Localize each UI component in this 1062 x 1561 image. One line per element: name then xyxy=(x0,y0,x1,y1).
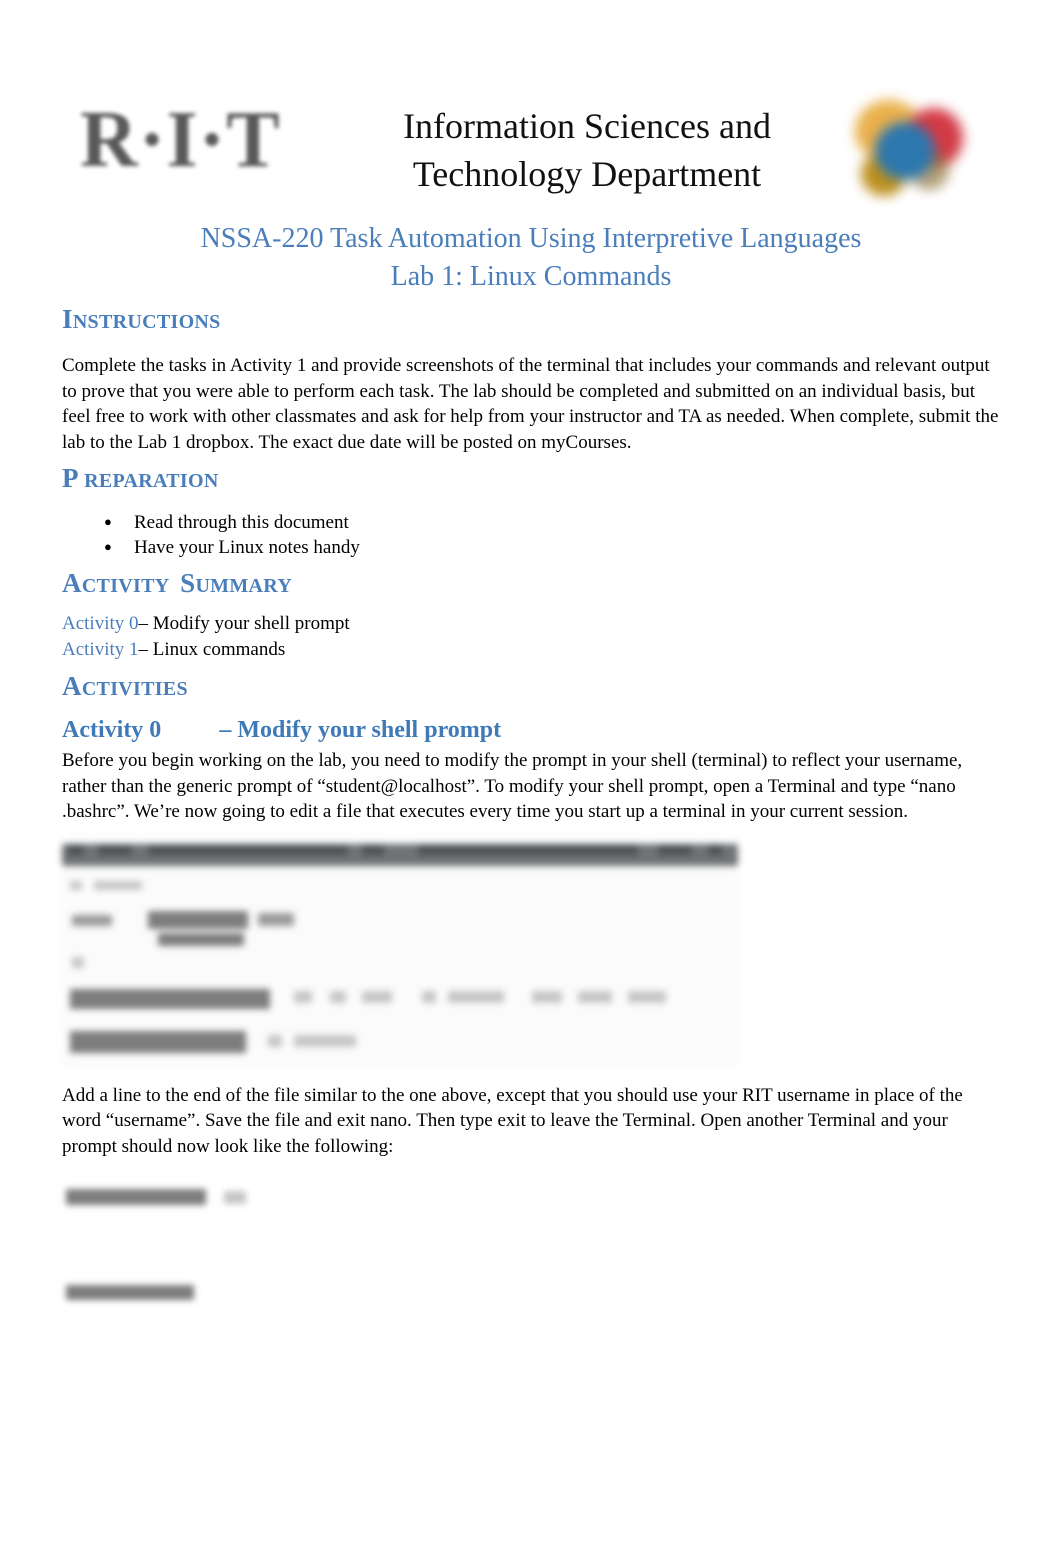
activity-0-paragraph: Before you begin working on the lab, you… xyxy=(62,750,963,822)
heading-activity-summary: ACTIVITY SUMMARY xyxy=(62,568,1000,601)
activity-1-description: – Linux commands xyxy=(138,639,286,660)
activity-0-description: – Modify your shell prompt xyxy=(138,613,350,634)
heading-preparation-rest: REPARATION xyxy=(78,470,219,492)
course-name: NSSA-220 Task Automation Using Interpret… xyxy=(200,223,862,254)
document-content: R·I·T Information Sciences and Technolog… xyxy=(62,0,1000,1319)
screenshot-text-line xyxy=(148,910,248,929)
screenshot-text-line xyxy=(224,1191,246,1204)
heading-activity-summary-rest: CTIVITY xyxy=(81,575,170,597)
screenshot-text-line xyxy=(72,914,112,926)
heading-activity-summary-rest2: UMMARY xyxy=(195,575,293,597)
masthead: R·I·T Information Sciences and Technolog… xyxy=(62,88,1000,218)
department-title: Information Sciences and Technology Depa… xyxy=(362,102,812,198)
heading-activities: ACTIVITIES xyxy=(62,671,1000,704)
lab-name: Lab 1: Linux Commands xyxy=(390,261,672,292)
heading-preparation-cap: P xyxy=(62,463,79,493)
heading-activity-0: Activity 0 – Modify your shell prompt xyxy=(62,714,1000,746)
screenshot-text-line xyxy=(578,990,612,1003)
titlebar-chunk xyxy=(362,844,384,855)
screenshot-text-line xyxy=(362,990,392,1003)
course-title-block: NSSA-220 Task Automation Using Interpret… xyxy=(62,220,1000,296)
list-item: Have your Linux notes handy xyxy=(104,534,1000,560)
heading-instructions-rest: NSTRUCTIONS xyxy=(72,311,221,333)
screenshot-text-line xyxy=(66,1285,194,1300)
terminal-screenshot-image xyxy=(62,838,738,1067)
seal-blob-blue xyxy=(875,122,935,180)
instructions-paragraph: Complete the tasks in Activity 1 and pro… xyxy=(62,355,999,453)
screenshot-text-line xyxy=(70,988,270,1009)
screenshot-text-line xyxy=(532,990,562,1003)
screenshot-text-line xyxy=(94,880,142,890)
heading-activities-rest: CTIVITIES xyxy=(81,678,188,700)
department-title-line1: Information Sciences and xyxy=(403,106,771,146)
heading-instructions-cap: I xyxy=(62,304,73,334)
titlebar-chunk xyxy=(708,844,722,855)
activity-0-link[interactable]: Activity 0 xyxy=(62,613,139,634)
heading-activity-summary-cap2: S xyxy=(180,568,196,598)
titlebar-chunk xyxy=(658,844,692,855)
document-page: R·I·T Information Sciences and Technolog… xyxy=(0,0,1062,1561)
screenshot-text-line xyxy=(72,956,84,968)
activity-summary-row: Activity 0– Modify your shell prompt xyxy=(62,611,1000,637)
heading-activities-cap: A xyxy=(62,671,82,701)
screenshot-text-line xyxy=(70,880,82,890)
heading-activity-0-title: – Modify your shell prompt xyxy=(219,717,502,743)
prompt-screenshot-image xyxy=(62,1181,362,1227)
list-item: Read through this document xyxy=(104,509,1000,535)
screenshot-text-line xyxy=(422,990,436,1003)
screenshot-text-line xyxy=(294,990,312,1003)
department-title-line2: Technology Department xyxy=(412,154,762,194)
heading-instructions: INSTRUCTIONS xyxy=(62,304,1000,337)
activity-0-paragraph-2: Add a line to the end of the file simila… xyxy=(62,1084,963,1157)
screenshot-text-line xyxy=(330,990,346,1003)
titlebar-chunk xyxy=(148,844,348,855)
screenshot-text-line xyxy=(628,990,666,1003)
screenshot-text-line xyxy=(268,1034,282,1047)
rit-logo: R·I·T xyxy=(80,96,281,184)
screenshot-text-line xyxy=(448,990,504,1003)
prompt-screenshot-image-2 xyxy=(62,1279,362,1319)
activity-1-link[interactable]: Activity 1 xyxy=(62,639,139,660)
rit-seal-logo-icon xyxy=(847,94,977,204)
titlebar-chunk xyxy=(98,844,132,855)
titlebar-chunk xyxy=(68,844,84,855)
activity-summary-row: Activity 1– Linux commands xyxy=(62,637,1000,663)
screenshot-text-line xyxy=(70,1030,246,1053)
screenshot-text-line xyxy=(294,1034,356,1047)
preparation-list: Read through this document Have your Lin… xyxy=(62,509,1000,560)
screenshot-text-line xyxy=(158,932,244,946)
heading-preparation: P REPARATION xyxy=(62,463,1000,496)
titlebar-chunk xyxy=(418,844,638,855)
screenshot-text-line xyxy=(66,1189,206,1205)
heading-activity-summary-cap: A xyxy=(62,568,82,598)
screenshot-text-line xyxy=(258,912,294,926)
heading-activity-0-label: Activity 0 xyxy=(62,717,162,743)
